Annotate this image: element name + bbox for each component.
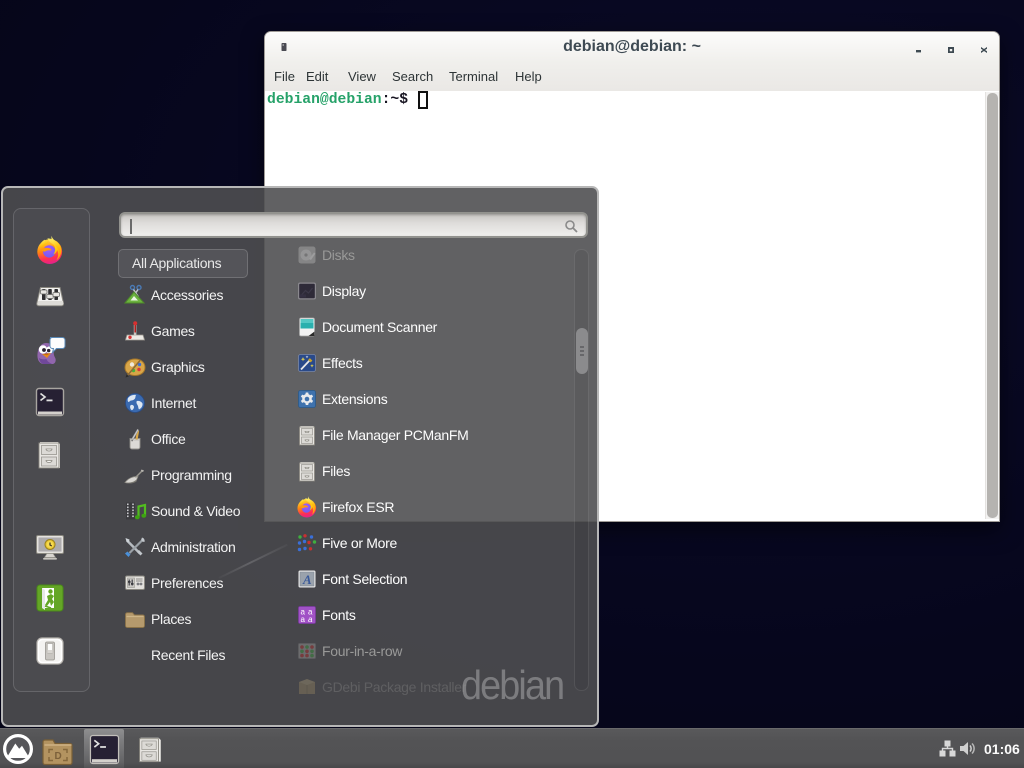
svg-text:A: A — [302, 572, 312, 587]
svg-text:D: D — [55, 751, 62, 762]
